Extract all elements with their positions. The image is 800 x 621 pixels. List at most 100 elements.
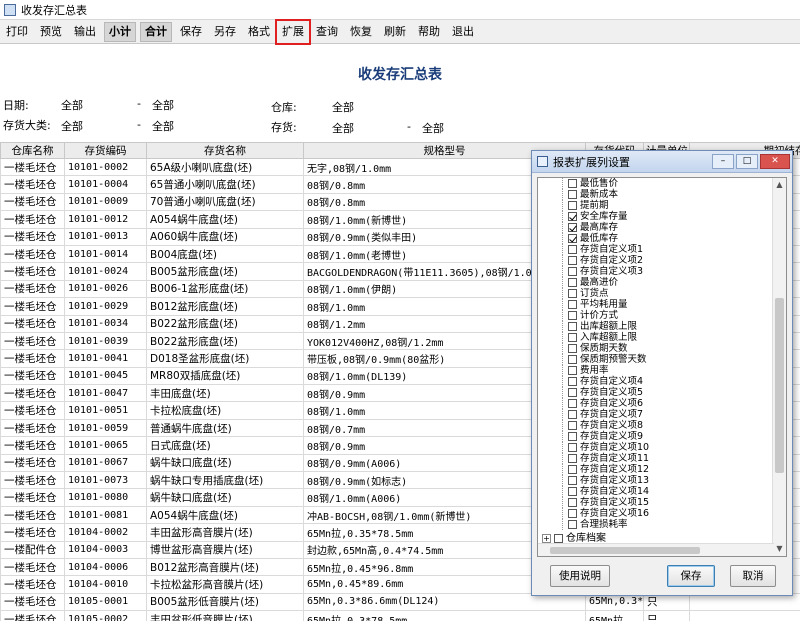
checkbox[interactable]	[568, 322, 577, 331]
checkbox[interactable]	[568, 421, 577, 430]
tree-horizontal-scrollbar[interactable]	[538, 543, 774, 556]
tree-vertical-scrollbar[interactable]: ▲ ▼	[772, 178, 786, 556]
tree-item[interactable]: 存货自定义项7	[538, 409, 774, 420]
tree-item[interactable]: 最低售价	[538, 178, 774, 189]
tree-item[interactable]: 最高进价	[538, 277, 774, 288]
checkbox[interactable]	[568, 476, 577, 485]
toolbar-button-3[interactable]: 小计	[104, 21, 136, 42]
minimize-icon[interactable]: –	[712, 154, 734, 169]
table-cell: 10101-0047	[64, 384, 147, 403]
checkbox[interactable]	[568, 289, 577, 298]
tree-item[interactable]: 存货自定义项11	[538, 453, 774, 464]
toolbar-button-0[interactable]: 打印	[2, 22, 32, 42]
toolbar-button-6[interactable]: 另存	[210, 22, 240, 42]
toolbar-button-5[interactable]: 保存	[176, 22, 206, 42]
checkbox[interactable]	[568, 509, 577, 518]
tree-item[interactable]: 入库超额上限	[538, 332, 774, 343]
checkbox[interactable]	[568, 245, 577, 254]
tree-item[interactable]: 存货自定义项1	[538, 244, 774, 255]
toolbar-button-1[interactable]: 预览	[36, 22, 66, 42]
table-cell: B005盆形底盘(坯)	[146, 262, 304, 281]
checkbox[interactable]	[568, 399, 577, 408]
hscroll-thumb[interactable]	[550, 547, 700, 554]
tree-item[interactable]: 保质期预警天数	[538, 354, 774, 365]
tree-item[interactable]: 存货自定义项2	[538, 255, 774, 266]
checkbox[interactable]	[568, 201, 577, 210]
column-header[interactable]: 存货名称	[146, 142, 304, 159]
toolbar-button-7[interactable]: 格式	[244, 22, 274, 42]
tree-item[interactable]: 存货自定义项9	[538, 431, 774, 442]
checkbox[interactable]	[568, 333, 577, 342]
column-header[interactable]: 存货编码	[64, 142, 147, 159]
tree-item[interactable]: 存货自定义项5	[538, 387, 774, 398]
checkbox[interactable]	[568, 256, 577, 265]
checkbox[interactable]	[568, 355, 577, 364]
checkbox[interactable]	[568, 432, 577, 441]
cancel-button[interactable]: 取消	[730, 565, 776, 587]
checkbox[interactable]	[568, 487, 577, 496]
checkbox[interactable]	[568, 520, 577, 529]
toolbar-button-10[interactable]: 恢复	[346, 22, 376, 42]
tree-item[interactable]: 存货自定义项15	[538, 497, 774, 508]
tree-item[interactable]: 存货自定义项16	[538, 508, 774, 519]
checkbox[interactable]	[568, 465, 577, 474]
tree-item[interactable]: 最高库存	[538, 222, 774, 233]
checkbox[interactable]	[568, 223, 577, 232]
tree-item[interactable]: 存货自定义项14	[538, 486, 774, 497]
checkbox[interactable]	[568, 278, 577, 287]
checkbox[interactable]	[568, 234, 577, 243]
tree-item[interactable]: 费用率	[538, 365, 774, 376]
checkbox[interactable]	[554, 534, 563, 543]
tree-item[interactable]: 存货自定义项12	[538, 464, 774, 475]
checkbox[interactable]	[568, 190, 577, 199]
checkbox[interactable]	[568, 377, 577, 386]
tree-item[interactable]: 存货自定义项4	[538, 376, 774, 387]
checkbox[interactable]	[568, 212, 577, 221]
table-row[interactable]: 一楼毛坯仓10105-0002丰田盆形低音膜片(坯)65Mn拉,0.3*78.5…	[0, 610, 800, 621]
checkbox[interactable]	[568, 454, 577, 463]
help-button[interactable]: 使用说明	[550, 565, 610, 587]
column-header[interactable]: 仓库名称	[0, 142, 65, 159]
maximize-icon[interactable]: □	[736, 154, 758, 169]
toolbar-button-2[interactable]: 输出	[70, 22, 100, 42]
toolbar-button-12[interactable]: 帮助	[414, 22, 444, 42]
tree-item[interactable]: 存货自定义项10	[538, 442, 774, 453]
toolbar-button-4[interactable]: 合计	[140, 21, 172, 42]
tree-item[interactable]: 最新成本	[538, 189, 774, 200]
checkbox[interactable]	[568, 300, 577, 309]
column-tree[interactable]: 最低售价 最新成本 提前期 安全库存量 最高库存 最低库存 存货自定义项1 存货自定义项2 存货…	[537, 177, 787, 557]
close-icon[interactable]: ✕	[760, 154, 790, 169]
checkbox[interactable]	[568, 366, 577, 375]
checkbox[interactable]	[568, 311, 577, 320]
checkbox[interactable]	[568, 344, 577, 353]
checkbox[interactable]	[568, 410, 577, 419]
checkbox[interactable]	[568, 267, 577, 276]
tree-item[interactable]: 计价方式	[538, 310, 774, 321]
scroll-up-icon[interactable]: ▲	[773, 178, 786, 192]
table-cell: 丰田盆形低音膜片(坯)	[146, 610, 304, 621]
tree-item[interactable]: 保质期天数	[538, 343, 774, 354]
tree-item[interactable]: 存货自定义项8	[538, 420, 774, 431]
checkbox[interactable]	[568, 388, 577, 397]
toolbar-button-9[interactable]: 查询	[312, 22, 342, 42]
tree-item[interactable]: 最低库存	[538, 233, 774, 244]
toolbar-button-8[interactable]: 扩展	[275, 18, 311, 45]
tree-item[interactable]: 存货自定义项13	[538, 475, 774, 486]
scroll-thumb[interactable]	[775, 298, 784, 473]
tree-item[interactable]: 出库超额上限	[538, 321, 774, 332]
toolbar-button-11[interactable]: 刷新	[380, 22, 410, 42]
tree-item[interactable]: 平均耗用量	[538, 299, 774, 310]
checkbox[interactable]	[568, 443, 577, 452]
expand-icon[interactable]: +	[542, 534, 551, 543]
toolbar-button-13[interactable]: 退出	[448, 22, 478, 42]
tree-item[interactable]: 存货自定义项6	[538, 398, 774, 409]
save-button[interactable]: 保存	[667, 565, 715, 587]
tree-item[interactable]: 合理损耗率	[538, 519, 774, 530]
checkbox[interactable]	[568, 179, 577, 188]
tree-item[interactable]: 订货点	[538, 288, 774, 299]
tree-item[interactable]: 存货自定义项3	[538, 266, 774, 277]
checkbox[interactable]	[568, 498, 577, 507]
tree-item[interactable]: 提前期	[538, 200, 774, 211]
tree-item[interactable]: 安全库存量	[538, 211, 774, 222]
scroll-down-icon[interactable]: ▼	[773, 542, 786, 556]
